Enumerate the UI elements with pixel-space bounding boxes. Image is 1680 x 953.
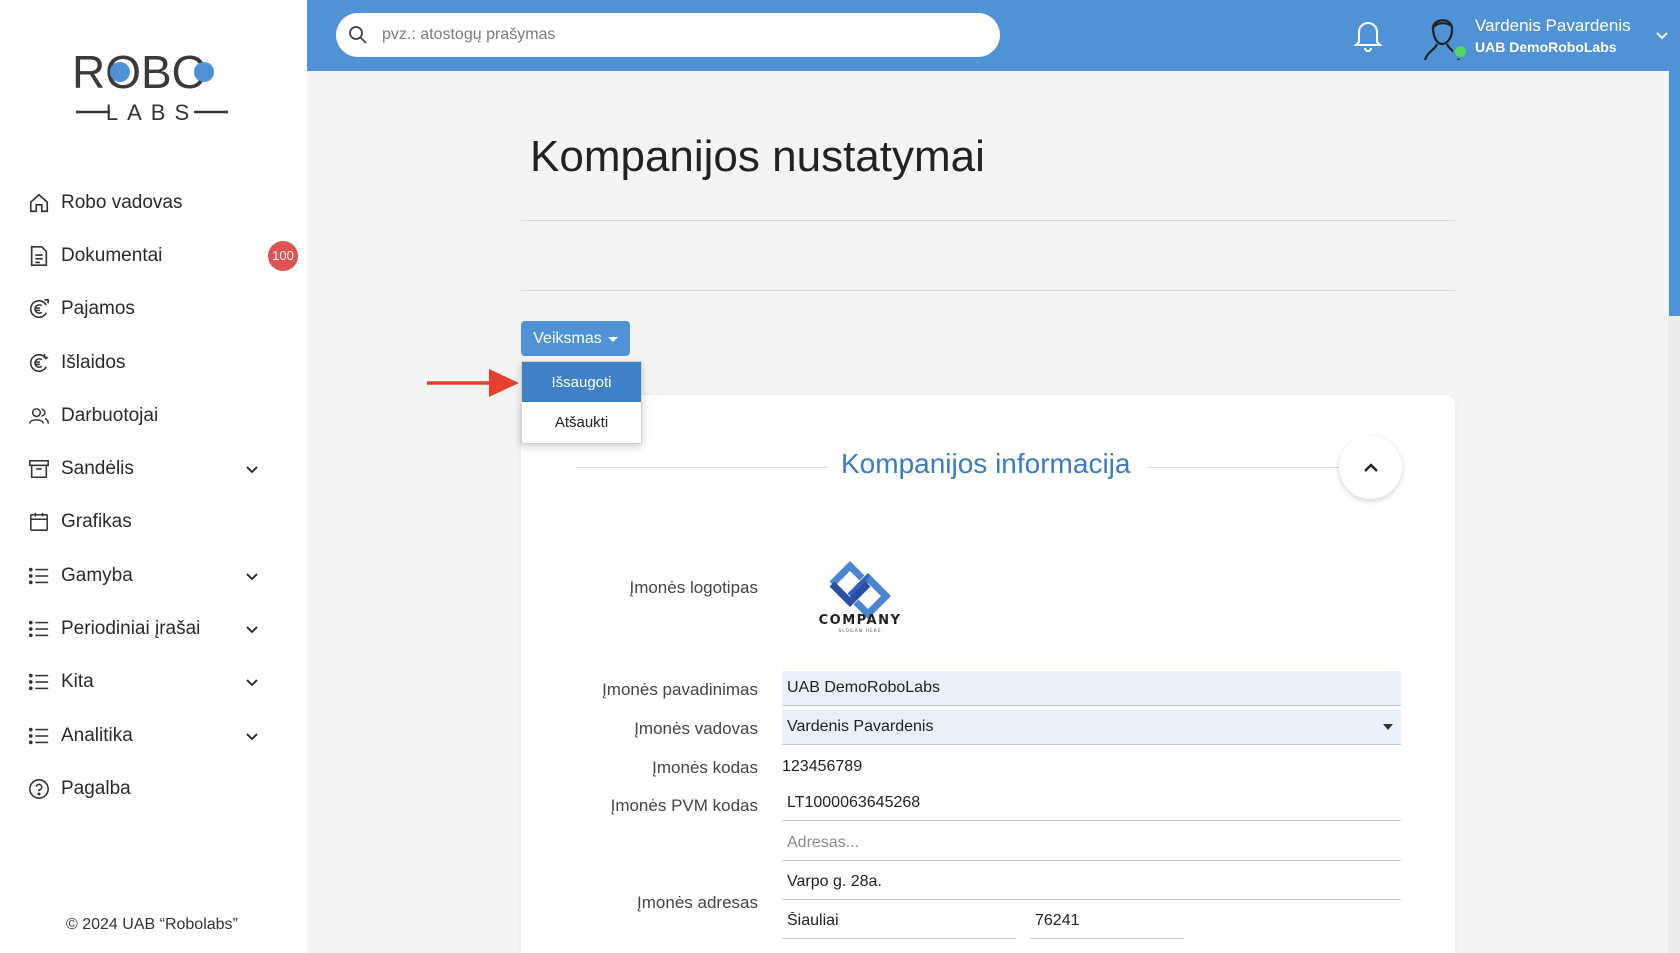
company-name-label: Įmonės pavadinimas — [602, 680, 758, 699]
chevron-down-icon[interactable] — [244, 568, 260, 584]
user-company[interactable]: UAB DemoRoboLabs — [1475, 39, 1617, 55]
address-extra-input[interactable] — [787, 834, 1401, 852]
sidebar-item-periodiniai-irasai[interactable]: Periodiniai įrašai — [0, 602, 307, 655]
sidebar-item-label: Periodiniai įrašai — [61, 618, 201, 640]
street-input[interactable] — [787, 873, 1401, 891]
users-icon — [28, 405, 50, 427]
address-extra-field[interactable] — [782, 826, 1401, 861]
document-icon — [28, 245, 50, 267]
section-title: Kompanijos informacija — [841, 448, 1131, 479]
sidebar-item-label: Kita — [61, 671, 94, 693]
city-field[interactable] — [782, 904, 1016, 939]
euro-out-icon — [28, 352, 50, 374]
chevron-down-icon[interactable] — [244, 461, 260, 477]
euro-in-icon — [28, 298, 50, 320]
robolabs-logo[interactable]: ROBO LABS — [72, 46, 232, 126]
sidebar-item-pajamos[interactable]: Pajamos — [0, 283, 307, 336]
copyright-text: © 2024 UAB “Robolabs” — [66, 916, 238, 933]
scrollbar-thumb[interactable] — [1669, 71, 1680, 316]
sidebar-item-kita[interactable]: Kita — [0, 656, 307, 709]
company-code-value: 123456789 — [782, 758, 863, 775]
caret-down-icon — [1383, 724, 1393, 730]
sidebar-item-label: Sandėlis — [61, 458, 134, 480]
company-manager-value: Vardenis Pavardenis — [787, 718, 934, 735]
list-icon — [28, 671, 50, 693]
top-bar: Vardenis Pavardenis UAB DemoRoboLabs — [307, 0, 1680, 71]
company-vat-field[interactable] — [782, 786, 1401, 821]
sidebar-item-grafikas[interactable]: Grafikas — [0, 496, 307, 549]
help-icon — [28, 778, 50, 800]
caret-down-icon — [607, 337, 618, 342]
sidebar-item-label: Dokumentai — [61, 244, 163, 266]
sidebar-item-gamyba[interactable]: Gamyba — [0, 549, 307, 602]
sidebar: ROBO LABS Robo vadovas Dokumentai 100 Pa… — [0, 0, 307, 953]
svg-text:SLOGAN HERE: SLOGAN HERE — [838, 628, 881, 634]
calendar-icon — [28, 511, 50, 533]
section-divider — [1147, 467, 1339, 468]
company-logo-image[interactable]: COMPANY SLOGAN HERE — [810, 548, 910, 634]
sidebar-item-label: Pagalba — [61, 777, 131, 799]
sidebar-item-label: Robo vadovas — [61, 191, 183, 213]
svg-text:COMPANY: COMPANY — [819, 613, 902, 628]
menu-item-cancel[interactable]: Atšaukti — [522, 402, 641, 442]
sidebar-item-analitika[interactable]: Analitika — [0, 709, 307, 762]
company-manager-select[interactable]: Vardenis Pavardenis — [782, 710, 1401, 745]
company-vat-input[interactable] — [787, 794, 1401, 812]
chevron-down-icon[interactable] — [1654, 27, 1670, 43]
menu-item-save[interactable]: Išsaugoti — [522, 362, 641, 402]
city-input[interactable] — [787, 912, 1016, 930]
sidebar-item-label: Grafikas — [61, 511, 132, 533]
company-code-label: Įmonės kodas — [652, 758, 758, 777]
chevron-up-icon — [1363, 462, 1378, 472]
archive-icon — [28, 458, 50, 480]
list-icon — [28, 565, 50, 587]
svg-text:ROBO: ROBO — [72, 46, 207, 98]
online-status-indicator — [1453, 44, 1468, 59]
action-button-label: Veiksmas — [533, 329, 602, 347]
sidebar-item-islaidos[interactable]: Išlaidos — [0, 336, 307, 389]
sidebar-item-pagalba[interactable]: Pagalba — [0, 762, 307, 815]
zip-input[interactable] — [1035, 912, 1184, 930]
documents-count-badge: 100 — [268, 240, 298, 271]
sidebar-item-label: Išlaidos — [61, 351, 126, 373]
sidebar-item-label: Gamyba — [61, 564, 133, 586]
sidebar-item-label: Pajamos — [61, 298, 135, 320]
sidebar-item-robo-vadovas[interactable]: Robo vadovas — [0, 176, 307, 229]
home-icon — [28, 192, 50, 214]
chevron-down-icon[interactable] — [244, 621, 260, 637]
page-title: Kompanijos nustatymai — [530, 132, 985, 181]
sidebar-item-label: Analitika — [61, 724, 133, 746]
red-arrow-annotation-icon — [427, 369, 519, 397]
sidebar-item-darbuotojai[interactable]: Darbuotojai — [0, 389, 307, 442]
divider — [521, 220, 1455, 221]
company-name-input[interactable] — [787, 679, 1401, 697]
user-name[interactable]: Vardenis Pavardenis — [1475, 16, 1631, 36]
search-input[interactable] — [382, 26, 962, 44]
chevron-down-icon[interactable] — [244, 728, 260, 744]
street-field[interactable] — [782, 865, 1401, 900]
list-icon — [28, 618, 50, 640]
search-box[interactable] — [336, 13, 1000, 57]
company-address-label: Įmonės adresas — [637, 893, 758, 912]
chevron-down-icon[interactable] — [244, 674, 260, 690]
sidebar-item-sandelis[interactable]: Sandėlis — [0, 442, 307, 495]
section-divider — [576, 467, 828, 468]
collapse-section-button[interactable] — [1339, 436, 1402, 499]
sidebar-nav: Robo vadovas Dokumentai 100 Pajamos Išla… — [0, 176, 307, 816]
action-dropdown-button[interactable]: Veiksmas — [521, 321, 630, 356]
company-logo-label: Įmonės logotipas — [629, 578, 758, 597]
zip-field[interactable] — [1030, 904, 1184, 939]
sidebar-item-dokumentai[interactable]: Dokumentai 100 — [0, 229, 307, 282]
company-name-field[interactable] — [782, 671, 1401, 706]
company-manager-label: Įmonės vadovas — [634, 719, 758, 738]
search-icon — [349, 26, 367, 44]
svg-text:LABS: LABS — [106, 100, 198, 125]
action-dropdown-menu: Išsaugoti Atšaukti — [521, 361, 642, 444]
list-icon — [28, 725, 50, 747]
divider — [521, 290, 1455, 291]
sidebar-item-label: Darbuotojai — [61, 404, 159, 426]
company-vat-label: Įmonės PVM kodas — [610, 796, 758, 815]
avatar[interactable] — [1419, 10, 1468, 62]
bell-icon[interactable] — [1353, 18, 1383, 52]
